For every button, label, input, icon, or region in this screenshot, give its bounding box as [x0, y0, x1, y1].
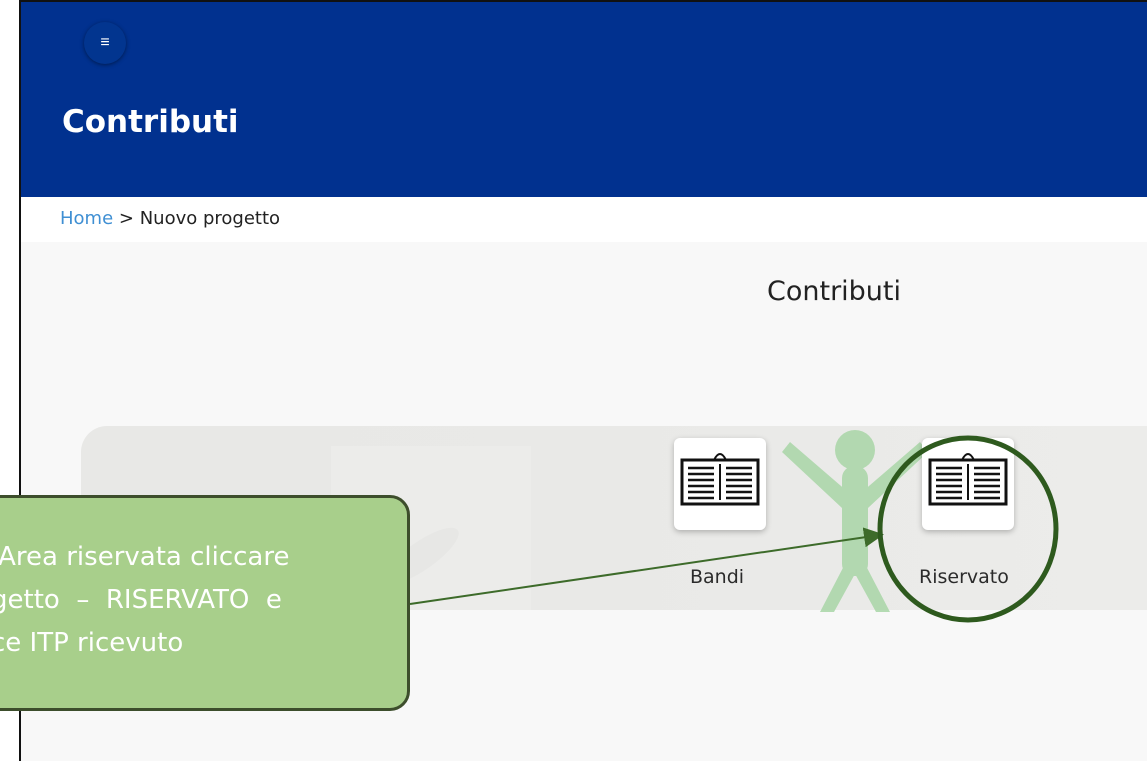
- annotation-arrow: [409, 527, 884, 605]
- annotation-overlay: [409, 435, 1059, 623]
- highlight-circle: [877, 435, 1059, 623]
